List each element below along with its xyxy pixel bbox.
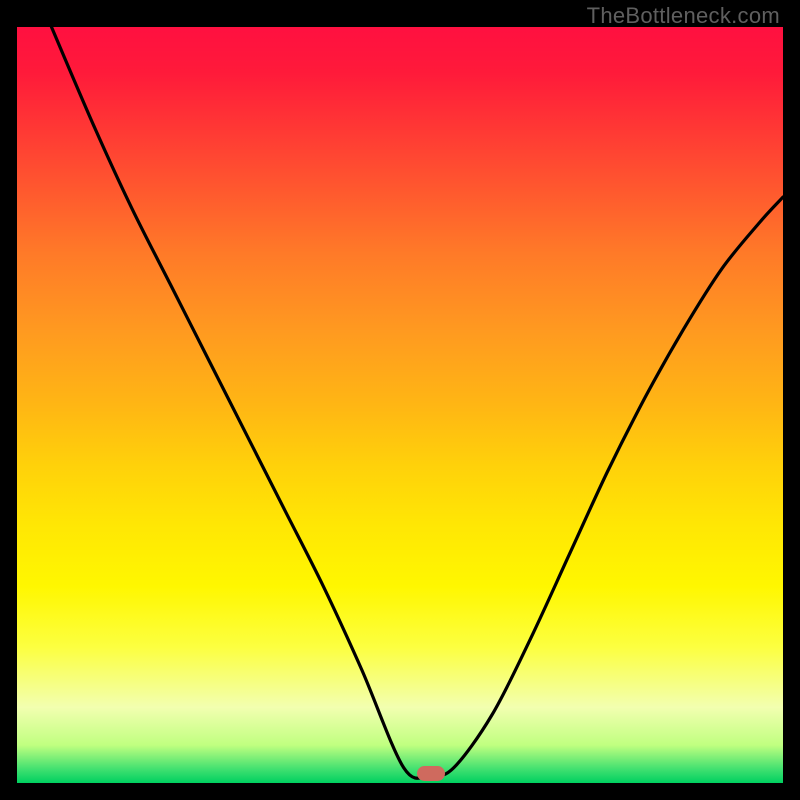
chart-frame: TheBottleneck.com: [0, 0, 800, 800]
optimum-marker: [417, 766, 445, 781]
watermark-text: TheBottleneck.com: [587, 3, 780, 29]
curve-svg: [17, 27, 783, 783]
bottleneck-curve: [52, 27, 784, 778]
